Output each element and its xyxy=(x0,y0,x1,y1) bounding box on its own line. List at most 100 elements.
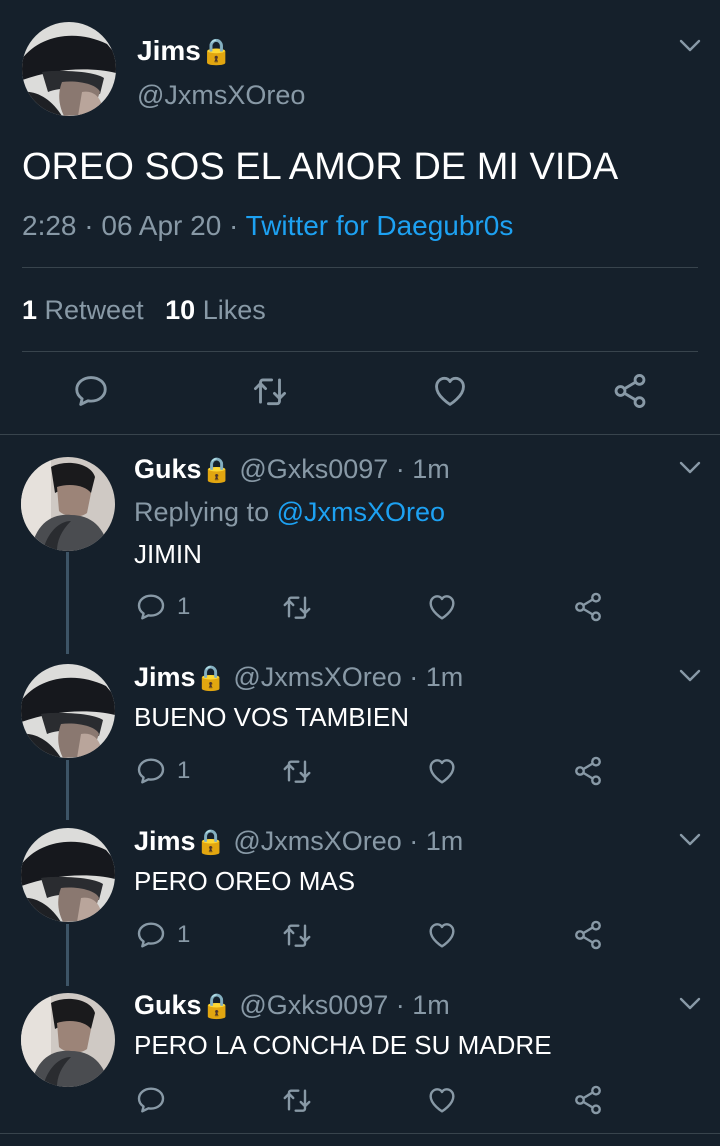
lock-icon: 🔒 xyxy=(201,993,232,1020)
heart-icon xyxy=(426,919,458,951)
engagement-stats: 1 Retweet 10 Likes xyxy=(22,293,266,327)
reply-text: BUENO VOS TAMBIEN xyxy=(134,702,409,732)
likes-label: Likes xyxy=(202,295,266,325)
author-name[interactable]: Jims xyxy=(134,662,196,692)
reply-button[interactable] xyxy=(72,372,110,410)
retweet-stat[interactable]: 1 Retweet xyxy=(22,295,151,325)
like-button[interactable] xyxy=(426,1084,458,1116)
handle-time: @JxmsXOreo · 1m xyxy=(233,662,464,692)
avatar[interactable] xyxy=(21,664,115,758)
reply-header: Guks🔒 @Gxks0097 · 1m xyxy=(134,452,450,488)
meta-separator: · xyxy=(84,210,94,241)
like-button[interactable] xyxy=(426,755,458,787)
avatar[interactable] xyxy=(22,22,116,116)
reply-text: PERO OREO MAS xyxy=(134,866,356,896)
author-name-text: Jims xyxy=(137,35,201,66)
avatar[interactable] xyxy=(21,993,115,1087)
divider xyxy=(22,267,698,268)
reply-button[interactable]: 1 xyxy=(135,755,190,787)
replying-handle-link[interactable]: @JxmsXOreo xyxy=(277,497,445,527)
tweet-source-link[interactable]: Twitter for Daegubr0s xyxy=(246,210,514,241)
reply-text: JIMIN xyxy=(134,539,202,569)
reply-icon xyxy=(135,1084,167,1116)
chevron-down-icon[interactable] xyxy=(679,39,701,53)
likes-stat[interactable]: 10 Likes xyxy=(165,295,266,325)
like-button[interactable] xyxy=(426,919,458,951)
replying-prefix: Replying to xyxy=(134,497,270,527)
retweet-count: 1 xyxy=(22,295,38,325)
share-button[interactable] xyxy=(572,591,604,623)
thread-line xyxy=(66,552,69,654)
reply-count: 1 xyxy=(177,921,191,948)
author-handle[interactable]: @JxmsXOreo xyxy=(137,79,305,111)
reply-count: 1 xyxy=(177,757,191,784)
reply-text: PERO LA CONCHA DE SU MADRE xyxy=(134,1030,552,1060)
retweet-icon xyxy=(281,919,313,951)
chevron-down-icon[interactable] xyxy=(679,461,701,475)
lock-icon: 🔒 xyxy=(195,665,226,692)
lock-icon: 🔒 xyxy=(195,829,226,856)
divider xyxy=(0,434,720,435)
tweet-meta: 2:28 · 06 Apr 20 · Twitter for Daegubr0s xyxy=(22,209,513,243)
heart-icon xyxy=(426,755,458,787)
reply-button[interactable] xyxy=(135,1084,167,1116)
retweet-button[interactable] xyxy=(281,591,313,623)
like-button[interactable] xyxy=(426,591,458,623)
heart-icon xyxy=(426,1084,458,1116)
share-icon xyxy=(572,591,604,623)
retweet-icon xyxy=(251,372,289,410)
chevron-down-icon[interactable] xyxy=(679,833,701,847)
reply-icon xyxy=(135,919,167,951)
share-icon xyxy=(572,919,604,951)
tweet-text: OREO SOS EL AMOR DE MI VIDA xyxy=(22,146,619,188)
handle-time: @Gxks0097 · 1m xyxy=(239,990,450,1020)
tweet-date: 06 Apr 20 xyxy=(101,210,222,241)
reply-icon xyxy=(135,591,167,623)
retweet-icon xyxy=(281,1084,313,1116)
share-icon xyxy=(611,372,649,410)
author-name[interactable]: Jims xyxy=(134,826,196,856)
reply-count: 1 xyxy=(177,593,191,620)
retweet-button[interactable] xyxy=(281,1084,313,1116)
share-icon xyxy=(572,755,604,787)
thread-line xyxy=(66,760,69,820)
retweet-button[interactable] xyxy=(281,755,313,787)
share-button[interactable] xyxy=(611,372,649,410)
like-button[interactable] xyxy=(431,372,469,410)
retweet-button[interactable] xyxy=(281,919,313,951)
meta-separator: · xyxy=(229,210,239,241)
lock-icon: 🔒 xyxy=(201,457,232,484)
retweet-label: Retweet xyxy=(44,295,144,325)
handle-time: @JxmsXOreo · 1m xyxy=(233,826,464,856)
retweet-icon xyxy=(281,755,313,787)
replying-to: Replying to @JxmsXOreo xyxy=(134,495,445,529)
divider xyxy=(0,1133,720,1134)
author-name[interactable]: Guks xyxy=(134,990,202,1020)
reply-icon xyxy=(135,755,167,787)
thread-line xyxy=(66,924,69,986)
author-name[interactable]: Jims🔒 xyxy=(137,34,232,69)
chevron-down-icon[interactable] xyxy=(679,669,701,683)
handle-time: @Gxks0097 · 1m xyxy=(239,454,450,484)
heart-icon xyxy=(431,372,469,410)
retweet-button[interactable] xyxy=(251,372,289,410)
tweet-time: 2:28 xyxy=(22,210,77,241)
reply-icon xyxy=(72,372,110,410)
author-name[interactable]: Guks xyxy=(134,454,202,484)
reply-header: Jims🔒 @JxmsXOreo · 1m xyxy=(134,660,463,696)
reply-header: Guks🔒 @Gxks0097 · 1m xyxy=(134,988,450,1024)
reply-button[interactable]: 1 xyxy=(135,919,190,951)
reply-header: Jims🔒 @JxmsXOreo · 1m xyxy=(134,824,463,860)
retweet-icon xyxy=(281,591,313,623)
share-button[interactable] xyxy=(572,1084,604,1116)
divider xyxy=(22,351,698,352)
avatar[interactable] xyxy=(21,828,115,922)
likes-count: 10 xyxy=(165,295,196,325)
lock-icon: 🔒 xyxy=(200,38,233,66)
share-button[interactable] xyxy=(572,919,604,951)
avatar[interactable] xyxy=(21,457,115,551)
share-button[interactable] xyxy=(572,755,604,787)
reply-button[interactable]: 1 xyxy=(135,591,190,623)
chevron-down-icon[interactable] xyxy=(679,997,701,1011)
share-icon xyxy=(572,1084,604,1116)
